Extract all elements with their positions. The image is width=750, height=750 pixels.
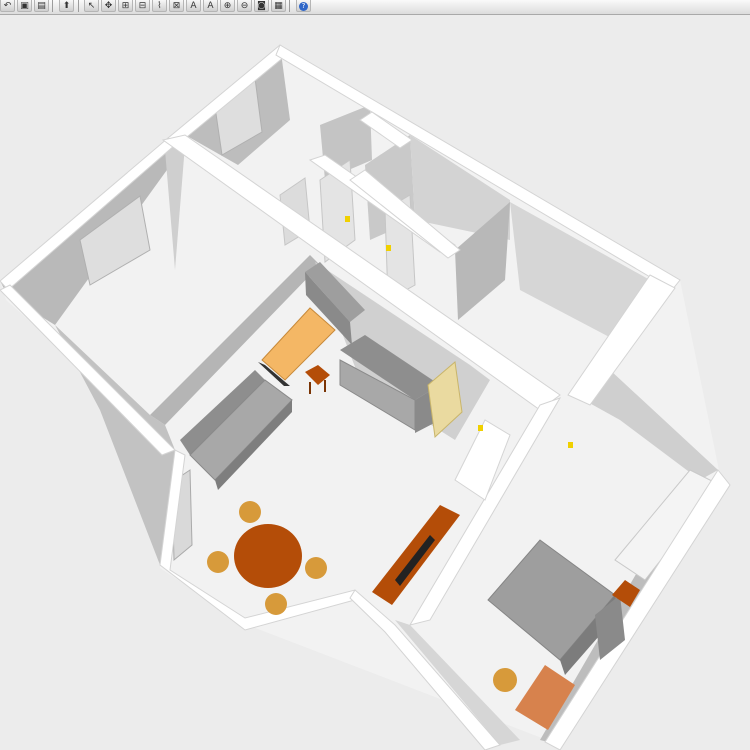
zoom-in-button[interactable]: ⊕ xyxy=(220,0,235,12)
create-dimensions-button[interactable]: ⊠ xyxy=(169,0,184,12)
camera-icon: ◙ xyxy=(257,1,266,11)
dining-chair xyxy=(239,501,261,523)
add-text-icon: A xyxy=(190,1,197,11)
undo-button[interactable]: ↶ xyxy=(0,0,15,12)
delete-icon: ▣ xyxy=(20,1,29,11)
zoom-in-icon: ⊕ xyxy=(223,1,232,11)
main-toolbar: ↶ ▣ ▤ ⬆ ↖ ✥ ⊞ ⊟ ⌇ ⊠ A A ⊕ ⊖ ◙ ▦? xyxy=(0,0,750,15)
text-style-button[interactable]: A xyxy=(203,0,218,12)
add-furniture-icon: ⬆ xyxy=(62,1,71,11)
pan-mode-button[interactable]: ✥ xyxy=(101,0,116,12)
light-switch xyxy=(568,442,573,448)
dining-chair xyxy=(207,551,229,573)
add-text-button[interactable]: A xyxy=(186,0,201,12)
light-switch xyxy=(386,245,391,251)
arrow-pointer-icon: ↖ xyxy=(87,1,96,11)
polyline-icon: ⌇ xyxy=(157,1,162,11)
create-walls-icon: ⊞ xyxy=(121,1,130,11)
paste-icon: ▤ xyxy=(37,1,46,11)
toolbar-separator xyxy=(289,0,290,12)
text-style-icon: A xyxy=(207,1,214,11)
add-furniture-button[interactable]: ⬆ xyxy=(59,0,74,12)
create-photo-button[interactable]: ◙ xyxy=(254,0,269,12)
create-rooms-button[interactable]: ⊟ xyxy=(135,0,150,12)
create-rooms-icon: ⊟ xyxy=(138,1,147,11)
toolbar-separator xyxy=(52,0,53,12)
light-switch xyxy=(478,425,483,431)
dining-table xyxy=(234,524,302,588)
pan-icon: ✥ xyxy=(104,1,113,11)
delete-button[interactable]: ▣ xyxy=(17,0,32,12)
select-mode-button[interactable]: ↖ xyxy=(84,0,99,12)
help-button[interactable]: ? xyxy=(296,0,311,12)
dining-chair xyxy=(265,593,287,615)
create-polylines-button[interactable]: ⌇ xyxy=(152,0,167,12)
undo-icon: ↶ xyxy=(3,1,12,11)
paste-button[interactable]: ▤ xyxy=(34,0,49,12)
video-icon: ▦ xyxy=(274,1,283,11)
zoom-out-button[interactable]: ⊖ xyxy=(237,0,252,12)
help-icon: ? xyxy=(299,2,308,11)
dimension-icon: ⊠ xyxy=(172,1,181,11)
create-walls-button[interactable]: ⊞ xyxy=(118,0,133,12)
3d-view[interactable] xyxy=(0,15,750,750)
create-video-button[interactable]: ▦ xyxy=(271,0,286,12)
bedroom-chair xyxy=(493,668,517,692)
toolbar-separator xyxy=(78,0,79,12)
dining-chair xyxy=(305,557,327,579)
light-switch xyxy=(345,216,350,222)
zoom-out-icon: ⊖ xyxy=(240,1,249,11)
